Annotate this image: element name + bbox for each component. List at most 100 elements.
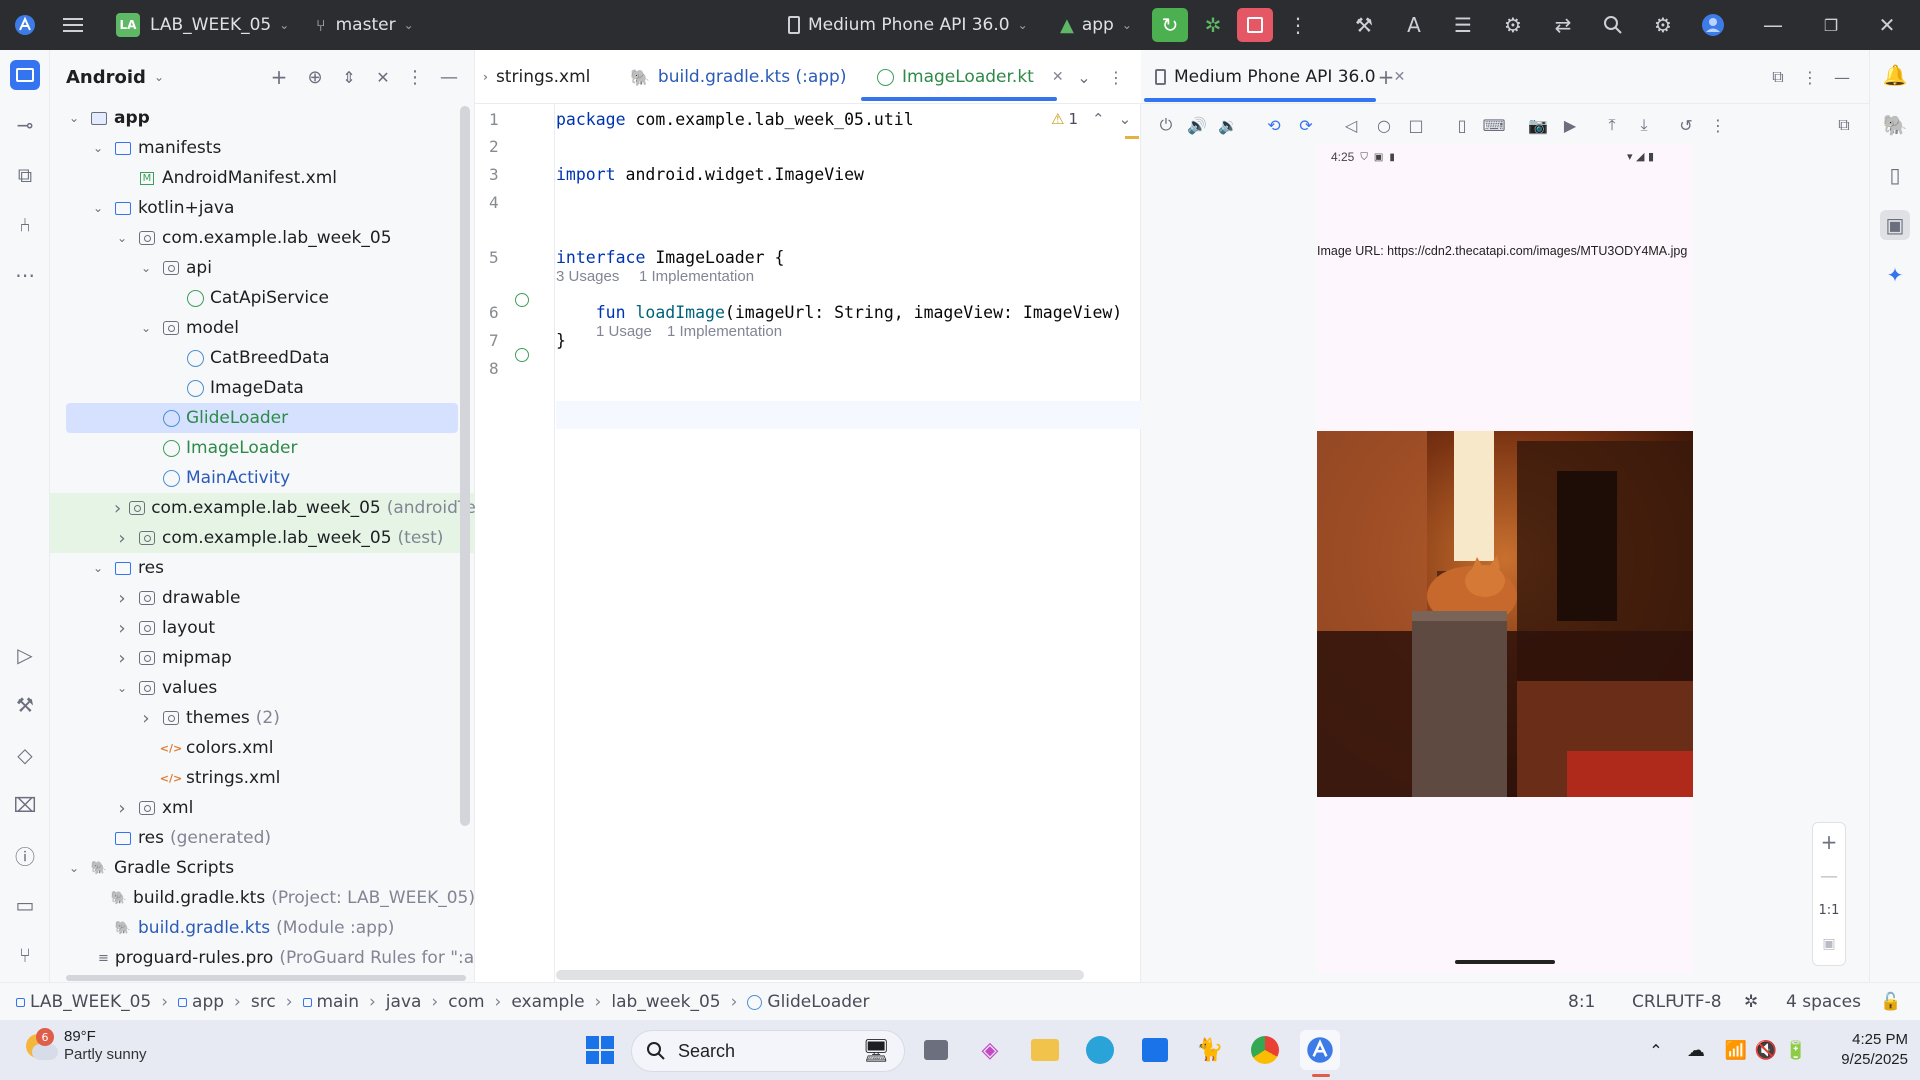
- breadcrumb-item[interactable]: LAB_WEEK_05: [16, 992, 151, 1012]
- export-button[interactable]: ⤒: [1599, 112, 1625, 138]
- zoom-actual-size-button[interactable]: 1:1: [1813, 897, 1845, 923]
- code-area[interactable]: package com.example.lab_week_05.util impo…: [475, 104, 1141, 404]
- volume-down-button[interactable]: 🔉: [1215, 112, 1241, 138]
- add-device-button[interactable]: +: [1373, 64, 1399, 90]
- chrome-button[interactable]: [1245, 1030, 1285, 1070]
- gemini-button[interactable]: ✦: [1880, 260, 1910, 290]
- breadcrumb-item[interactable]: example: [511, 992, 584, 1012]
- tree-item[interactable]: ⌄ api: [50, 253, 475, 283]
- tree-item[interactable]: 🐘 build.gradle.kts (Project: LAB_WEEK_05): [50, 883, 475, 913]
- tree-item[interactable]: </> colors.xml: [50, 733, 475, 763]
- tree-item[interactable]: › mipmap: [50, 643, 475, 673]
- chevron-right-icon[interactable]: ›: [138, 708, 154, 729]
- more-actions-button[interactable]: ⋮: [1283, 10, 1313, 40]
- project-tool-button[interactable]: [10, 60, 40, 90]
- locate-button[interactable]: ⊕: [300, 62, 330, 92]
- options-button[interactable]: ⋮: [400, 62, 430, 92]
- chevron-right-icon[interactable]: ›: [114, 498, 121, 519]
- breadcrumb-item[interactable]: app: [178, 992, 224, 1012]
- power-button[interactable]: ⏻: [1153, 112, 1179, 138]
- tree-item[interactable]: ≡ proguard-rules.pro (ProGuard Rules for "…: [50, 943, 475, 973]
- more-tools-button[interactable]: ⋯: [10, 260, 40, 290]
- inspections-toggle[interactable]: ✲: [1744, 983, 1758, 1021]
- float-window-button[interactable]: ⧉: [1765, 64, 1791, 90]
- inlay-hint-implementations[interactable]: 1 Implementation: [639, 268, 754, 285]
- debug-button[interactable]: ✲: [1198, 10, 1228, 40]
- tree-item[interactable]: CatApiService: [50, 283, 475, 313]
- branch-selector[interactable]: ⑂ master ⌄: [316, 0, 414, 50]
- structure-tool-button[interactable]: ⑃: [10, 210, 40, 240]
- resource-manager-button[interactable]: ⧉: [10, 160, 40, 190]
- task-view-button[interactable]: [916, 1030, 956, 1070]
- rotate-right-button[interactable]: ⟳: [1293, 112, 1319, 138]
- edge-button[interactable]: [1080, 1030, 1120, 1070]
- close-window-button[interactable]: ✕: [1872, 10, 1902, 40]
- hide-panel-button[interactable]: —: [434, 62, 464, 92]
- running-devices-button[interactable]: ▣: [1880, 210, 1910, 240]
- restore-button[interactable]: ❐: [1816, 10, 1846, 40]
- onedrive-button[interactable]: ☁: [1676, 1030, 1716, 1070]
- project-selector[interactable]: LA LAB_WEEK_05 ⌄: [116, 0, 289, 50]
- tree-horizontal-scrollbar[interactable]: [66, 975, 466, 981]
- chevron-up-icon[interactable]: ⌃: [1092, 110, 1105, 128]
- chevron-down-icon[interactable]: ⌄: [114, 681, 130, 695]
- tab-build-gradle[interactable]: 🐘 build.gradle.kts (:app): [630, 50, 846, 104]
- taskbar-search[interactable]: Search 🖥: [631, 1030, 905, 1072]
- tree-item[interactable]: </> strings.xml: [50, 763, 475, 793]
- breadcrumb-item[interactable]: main: [302, 992, 359, 1012]
- tree-item[interactable]: › layout: [50, 613, 475, 643]
- tree-item[interactable]: ImageData: [50, 373, 475, 403]
- tree-item[interactable]: ⌄ model: [50, 313, 475, 343]
- indent-setting[interactable]: 4 spaces: [1786, 983, 1861, 1021]
- show-hidden-icons-button[interactable]: ⌃: [1636, 1030, 1676, 1070]
- zoom-out-button[interactable]: —: [1813, 863, 1845, 889]
- settings-button[interactable]: ⚙: [1648, 10, 1678, 40]
- tree-item[interactable]: ⌄ com.example.lab_week_05: [50, 223, 475, 253]
- tree-item[interactable]: › themes (2): [50, 703, 475, 733]
- tree-item[interactable]: ⌄ res: [50, 553, 475, 583]
- device-screen[interactable]: 4:25 ⛉ ▣ ▮ ▾ ◢ ▮ Image URL: https://cdn2…: [1317, 144, 1693, 974]
- chevron-down-icon[interactable]: ⌄: [114, 231, 130, 245]
- android-studio-taskbar-button[interactable]: [1300, 1030, 1340, 1070]
- clock[interactable]: 4:25 PM 9/25/2025: [1820, 1030, 1908, 1070]
- chevron-right-icon[interactable]: ›: [114, 528, 130, 549]
- tab-imageloader-kt[interactable]: ImageLoader.kt ✕: [877, 50, 1064, 104]
- search-everywhere-button[interactable]: [1598, 10, 1628, 40]
- tree-item[interactable]: › drawable: [50, 583, 475, 613]
- device-mirror-button[interactable]: ▯: [1449, 112, 1475, 138]
- chevron-right-icon[interactable]: ›: [114, 618, 130, 639]
- breadcrumb-item[interactable]: com: [448, 992, 484, 1012]
- panel-options-button[interactable]: ⋮: [1797, 64, 1823, 90]
- stop-button[interactable]: [1237, 8, 1273, 42]
- run-tool-button[interactable]: ▷: [10, 640, 40, 670]
- android-studio-logo-icon[interactable]: [10, 10, 40, 40]
- start-button[interactable]: [580, 1030, 620, 1070]
- tree-item[interactable]: GlideLoader: [66, 403, 458, 433]
- breadcrumb-item[interactable]: java: [386, 992, 422, 1012]
- chevron-down-icon[interactable]: ⌄: [138, 261, 154, 275]
- store-button[interactable]: [1135, 1030, 1175, 1070]
- device-explorer-button[interactable]: ▯: [1880, 160, 1910, 190]
- battery-button[interactable]: 🔋: [1776, 1030, 1816, 1070]
- breadcrumb-item[interactable]: GlideLoader: [747, 992, 870, 1012]
- logcat-tool-button[interactable]: ⌧: [10, 790, 40, 820]
- game-app-button[interactable]: 🐈: [1190, 1030, 1230, 1070]
- problems-tool-button[interactable]: ⓘ: [10, 840, 40, 870]
- tree-item[interactable]: M AndroidManifest.xml: [50, 163, 475, 193]
- readonly-toggle[interactable]: 🔓: [1880, 983, 1901, 1021]
- implemented-gutter-icon[interactable]: [515, 348, 535, 368]
- rotate-left-button[interactable]: ⟲: [1261, 112, 1287, 138]
- breadcrumb-item[interactable]: src: [251, 992, 276, 1012]
- chevron-down-icon[interactable]: ⌄: [1119, 110, 1132, 128]
- gesture-bar[interactable]: [1455, 960, 1555, 964]
- device-selector[interactable]: Medium Phone API 36.0 ⌄: [788, 0, 1028, 50]
- screen-record-button[interactable]: ▶: [1557, 112, 1583, 138]
- copilot-button[interactable]: ◈: [970, 1030, 1010, 1070]
- close-tab-icon[interactable]: ✕: [1052, 69, 1064, 85]
- gemini-tool-button[interactable]: ◇: [10, 740, 40, 770]
- screenshot-button[interactable]: 📷: [1525, 112, 1551, 138]
- chevron-down-icon[interactable]: ⌄: [90, 141, 106, 155]
- collapse-all-button[interactable]: ✕: [368, 62, 398, 92]
- commit-tool-button[interactable]: ⊸: [10, 110, 40, 140]
- file-encoding[interactable]: UTF-8: [1672, 983, 1722, 1021]
